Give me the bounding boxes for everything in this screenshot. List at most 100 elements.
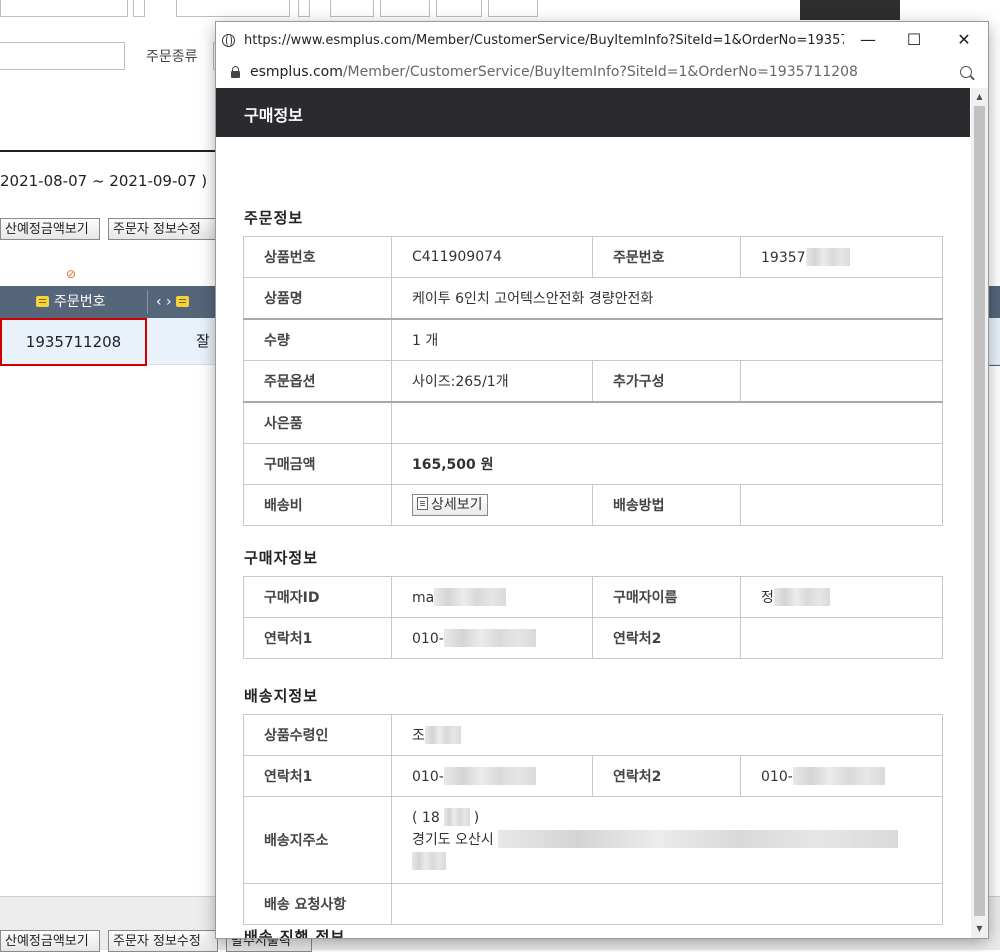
redacted-blur xyxy=(443,767,536,785)
address-line: 경기도 오산시 xyxy=(412,829,942,851)
order-no-cell-highlighted[interactable]: 1935711208 xyxy=(0,318,147,366)
extra-value xyxy=(740,360,943,403)
table-row: 구매자ID ma 구매자이름 정 xyxy=(243,576,943,618)
column-next[interactable]: ‹ › xyxy=(156,286,194,318)
edit-orderer-button[interactable]: 주문자 정보수정 xyxy=(108,218,218,240)
buyer-phone2-value xyxy=(740,617,943,659)
popup-window: https://www.esmplus.com/Member/CustomerS… xyxy=(216,22,988,938)
column-scroll-arrows-icon[interactable]: ‹ › xyxy=(156,294,172,310)
table-row: 연락처1 010- 연락처2 xyxy=(243,617,943,659)
request-value xyxy=(391,883,943,925)
zip-line: ( 18) xyxy=(412,807,942,829)
address-label: 배송지주소 xyxy=(243,796,392,884)
table-row: 주문옵션 사이즈:265/1개 추가구성 xyxy=(243,360,943,403)
scrollbar[interactable]: ▲ ▼ xyxy=(971,88,988,938)
address-bar[interactable]: esmplus.com/Member/CustomerService/BuyIt… xyxy=(216,60,988,88)
recipient-label: 상품수령인 xyxy=(243,714,392,756)
globe-icon xyxy=(222,34,235,47)
scroll-down-arrow-icon[interactable]: ▼ xyxy=(971,922,988,936)
redacted-blur xyxy=(805,248,850,266)
table-row: 사은품 xyxy=(243,401,943,444)
date-range-text: 2021-08-07 ~ 2021-09-07 ) xyxy=(0,172,208,190)
redacted-blur xyxy=(424,726,461,744)
bg-calendar-button[interactable] xyxy=(133,0,145,17)
delivery-phone1-cell: 010- xyxy=(391,755,593,797)
redacted-blur xyxy=(792,767,885,785)
product-no-label: 상품번호 xyxy=(243,236,392,278)
settlement-amount-button[interactable]: 산예정금액보기 xyxy=(0,218,100,240)
order-info-title: 주문정보 xyxy=(244,209,304,227)
gift-label: 사은품 xyxy=(243,401,392,444)
order-no-value: 19357 xyxy=(761,250,806,266)
option-label: 주문옵션 xyxy=(243,360,392,403)
address-line-2 xyxy=(412,851,942,873)
buyer-phone1-label: 연락처1 xyxy=(243,617,392,659)
buyer-info-table: 구매자ID ma 구매자이름 정 연락처1 010- 연락처2 xyxy=(243,576,943,659)
bg-calendar-button-2[interactable] xyxy=(298,0,310,17)
window-titlebar[interactable]: https://www.esmplus.com/Member/CustomerS… xyxy=(216,22,988,60)
bg-date-input-2[interactable] xyxy=(176,0,290,17)
redacted-blur xyxy=(443,808,470,826)
shipping-method-label: 배송방법 xyxy=(592,484,741,526)
buyer-id-cell: ma xyxy=(391,576,593,618)
close-button[interactable]: ✕ xyxy=(944,26,984,54)
address-value: 경기도 오산시 xyxy=(412,832,494,848)
scroll-up-arrow-icon[interactable]: ▲ xyxy=(971,90,988,104)
buyer-phone1-value: 010- xyxy=(412,631,444,647)
quantity-value: 1 개 xyxy=(391,318,943,361)
buyer-name-value: 정 xyxy=(761,590,774,606)
bg-period-button[interactable] xyxy=(330,0,374,17)
maximize-button[interactable]: ☐ xyxy=(894,26,934,54)
lock-icon xyxy=(231,66,240,78)
delivery-phone1-label: 연락처1 xyxy=(243,755,392,797)
no-entry-icon: ⊘ xyxy=(66,267,77,281)
table-row: 구매금액 165,500 원 xyxy=(243,443,943,485)
bg-date-input[interactable] xyxy=(0,0,128,17)
buyer-id-label: 구매자ID xyxy=(243,576,392,618)
bg-period-button[interactable] xyxy=(488,0,538,17)
shipping-detail-button[interactable]: 상세보기 xyxy=(412,494,488,516)
zoom-icon[interactable] xyxy=(960,66,972,78)
address-url[interactable]: esmplus.com/Member/CustomerService/BuyIt… xyxy=(250,64,858,80)
redacted-blur xyxy=(773,588,830,606)
delivery-info-title: 배송지정보 xyxy=(244,687,319,705)
amount-label: 구매금액 xyxy=(243,443,392,485)
delivery-phone2-cell: 010- xyxy=(740,755,943,797)
page-title: 구매정보 xyxy=(244,106,303,125)
search-input[interactable] xyxy=(0,42,125,70)
redacted-blur xyxy=(412,852,446,870)
product-no-value: C411909074 xyxy=(391,236,593,278)
divider xyxy=(0,150,220,152)
memo-icon xyxy=(176,296,190,307)
document-icon xyxy=(417,497,428,510)
delivery-phone1-value: 010- xyxy=(412,769,444,785)
buyer-phone2-label: 연락처2 xyxy=(592,617,741,659)
buyer-name-label: 구매자이름 xyxy=(592,576,741,618)
order-no-label: 주문번호 xyxy=(592,236,741,278)
page-header: 구매정보 xyxy=(216,88,970,137)
buyer-id-value: ma xyxy=(412,590,435,606)
popup-content: 구매정보 주문정보 상품번호 C411909074 주문번호 19357 상품명… xyxy=(216,88,988,938)
redacted-blur xyxy=(498,830,899,848)
table-row: 상품번호 C411909074 주문번호 19357 xyxy=(243,236,943,278)
table-row: 배송비 상세보기 배송방법 xyxy=(243,484,943,526)
request-label: 배송 요청사항 xyxy=(243,883,392,925)
column-order-no[interactable]: 주문번호 xyxy=(36,286,106,318)
memo-icon xyxy=(36,296,49,307)
recipient-value: 조 xyxy=(412,728,425,744)
zip-value: ( 18 xyxy=(412,810,440,826)
recipient-cell: 조 xyxy=(391,714,943,756)
order-type-label: 주문종류 xyxy=(146,49,198,65)
scroll-thumb[interactable] xyxy=(974,106,985,916)
product-name-value: 케이투 6인치 고어텍스안전화 경량안전화 xyxy=(391,277,943,320)
delivery-phone2-label: 연락처2 xyxy=(592,755,741,797)
search-button[interactable] xyxy=(800,0,900,20)
minimize-button[interactable]: — xyxy=(848,26,888,54)
address-cell: ( 18) 경기도 오산시 xyxy=(391,796,943,884)
bg-period-button[interactable] xyxy=(380,0,430,17)
table-row: 수량 1 개 xyxy=(243,318,943,361)
table-row: 배송 요청사항 xyxy=(243,883,943,925)
window-title: https://www.esmplus.com/Member/CustomerS… xyxy=(244,33,844,48)
bg-period-button[interactable] xyxy=(436,0,482,17)
delivery-info-table: 상품수령인 조 연락처1 010- 연락처2 010- 배송지주소 ( 18) … xyxy=(243,714,943,925)
